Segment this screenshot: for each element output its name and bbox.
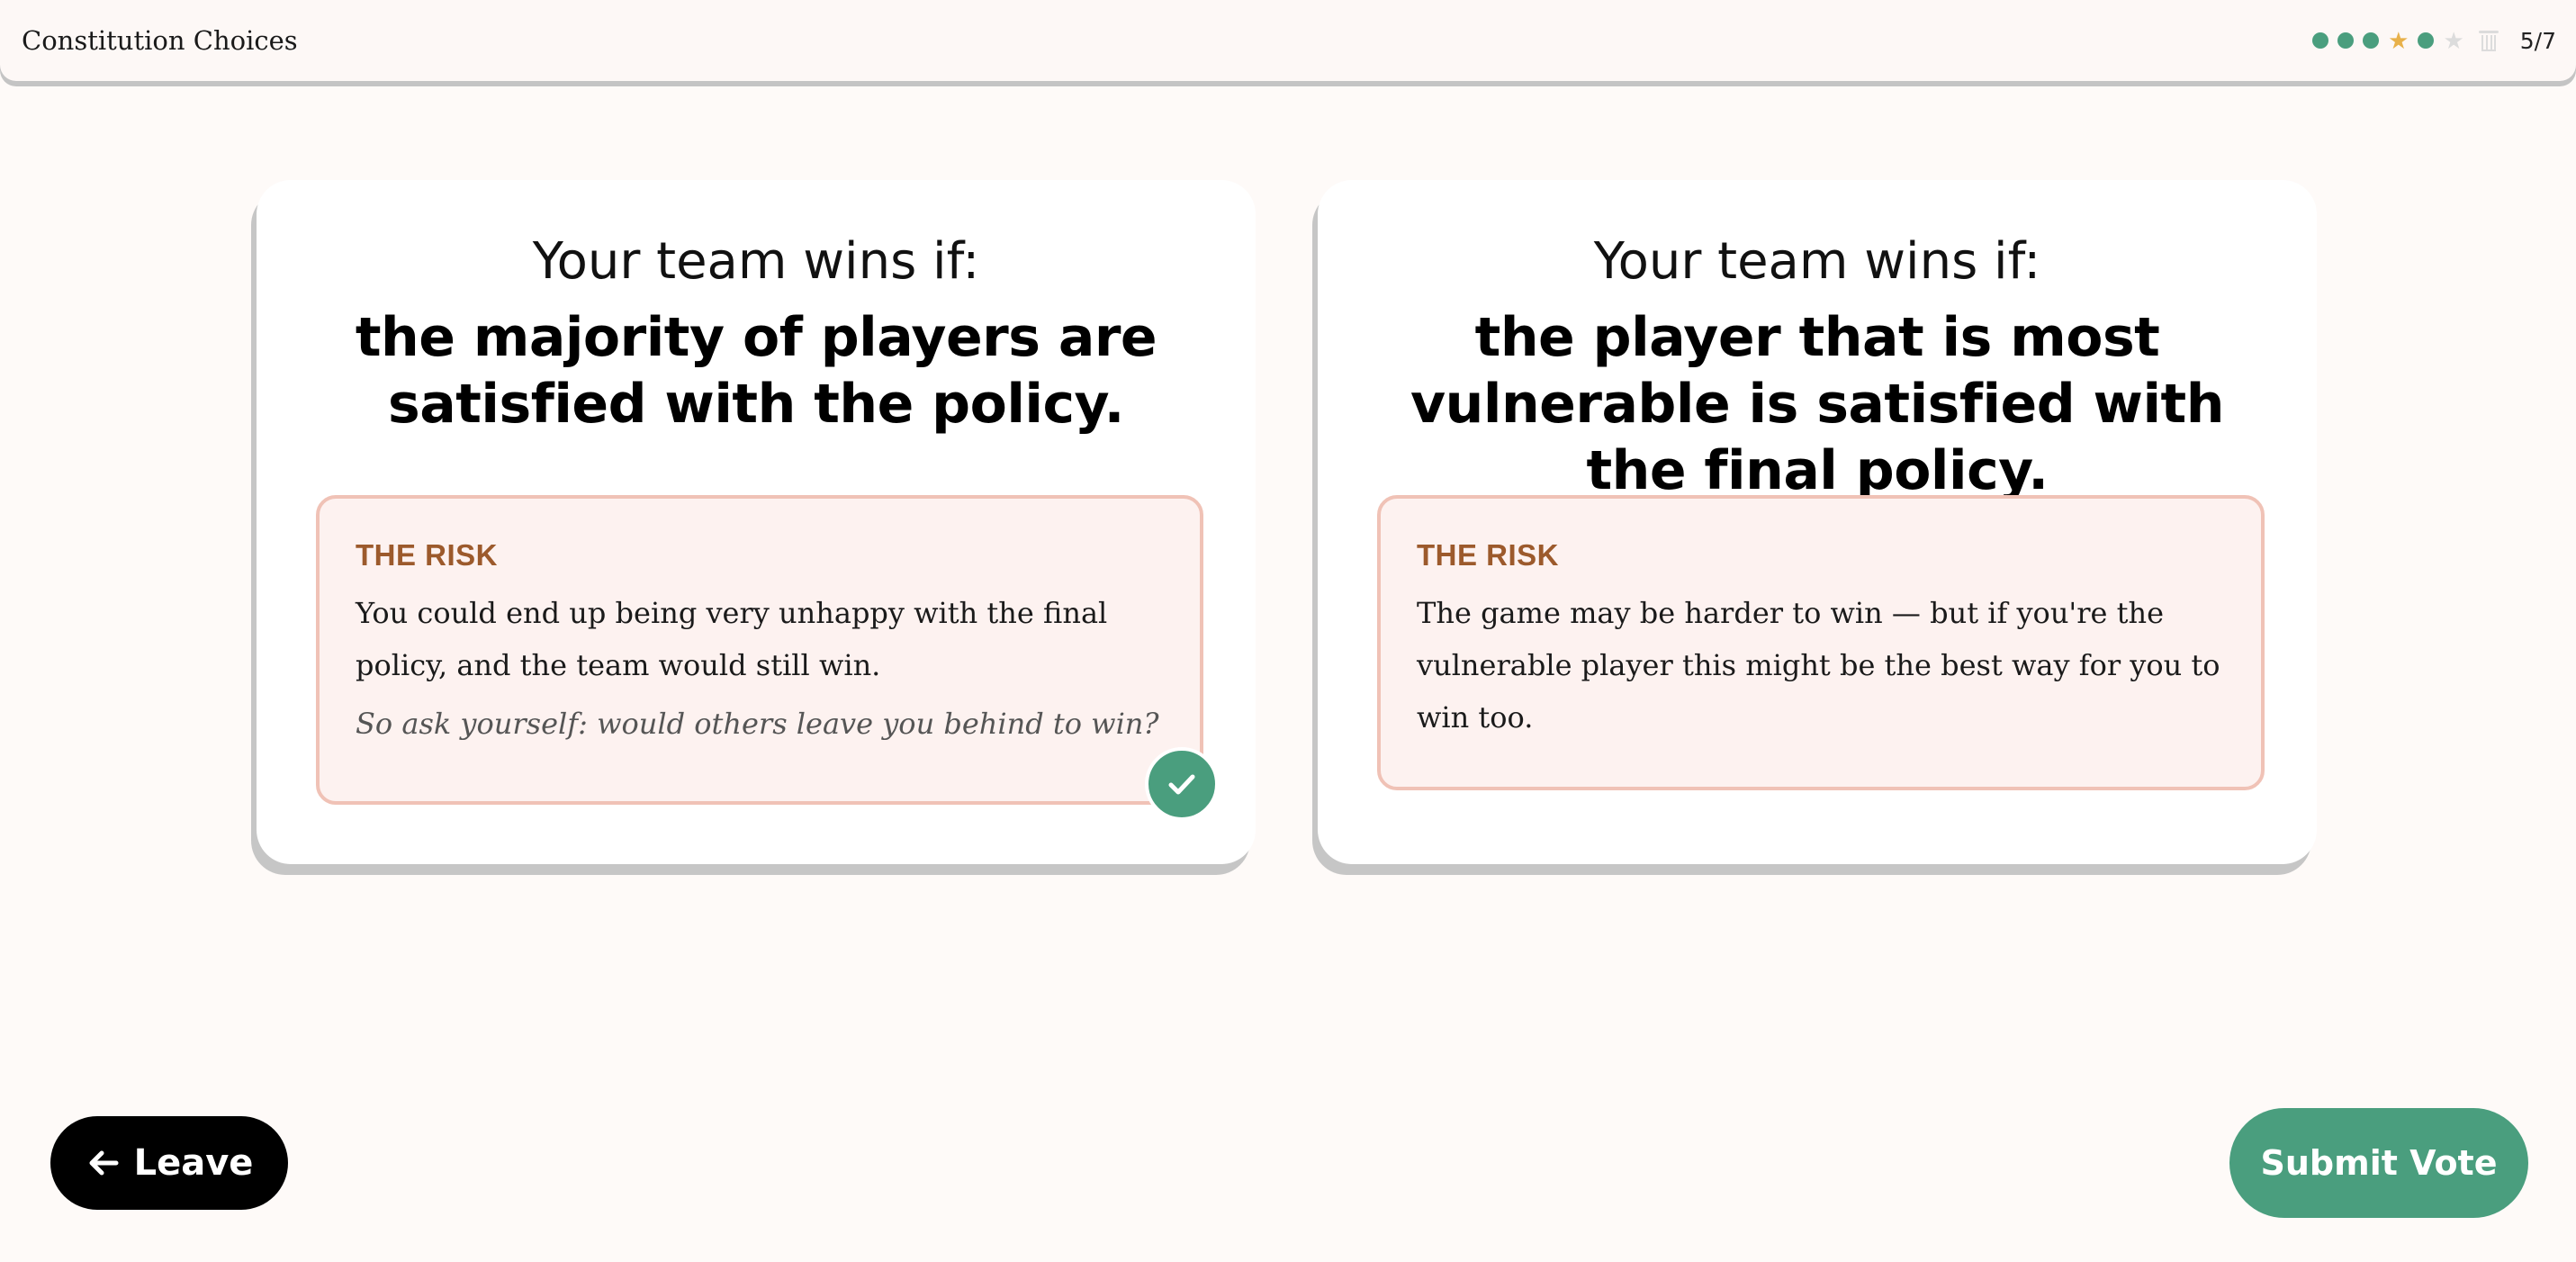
progress-dot-2: [2337, 32, 2355, 49]
risk-box: THE RISK You could end up being very unh…: [316, 495, 1203, 805]
progress-indicator: ★ ★ 5/7: [2312, 27, 2556, 54]
top-bar: Constitution Choices ★ ★ 5/7: [0, 0, 2576, 81]
risk-body: You could end up being very unhappy with…: [356, 596, 1108, 682]
trash-icon: [2478, 30, 2499, 51]
selected-check-icon: [1145, 747, 1219, 821]
star-outline-icon: ★: [2443, 27, 2464, 54]
app-title: Constitution Choices: [22, 25, 298, 56]
option-headline: the player that is most vulnerable is sa…: [1410, 306, 2224, 502]
leave-label: Leave: [133, 1142, 254, 1184]
option-card-majority[interactable]: Your team wins if: the majority of playe…: [257, 180, 1256, 864]
risk-label: THE RISK: [1417, 538, 1560, 572]
option-headline: the majority of players are satisfied wi…: [355, 306, 1157, 436]
star-icon: ★: [2388, 27, 2409, 54]
submit-label: Submit Vote: [2260, 1143, 2498, 1183]
progress-count: 5/7: [2519, 27, 2556, 54]
submit-vote-button[interactable]: Submit Vote: [2229, 1108, 2528, 1218]
option-lead: Your team wins if:: [532, 232, 980, 291]
risk-body: The game may be harder to win — but if y…: [1417, 596, 2220, 735]
risk-question: So ask yourself: would others leave you …: [356, 707, 1159, 741]
progress-dot-3: [2363, 32, 2380, 49]
progress-dot-1: [2312, 32, 2329, 49]
progress-dot-5: [2418, 32, 2435, 49]
risk-box: THE RISK The game may be harder to win —…: [1377, 495, 2265, 790]
leave-button[interactable]: Leave: [50, 1116, 288, 1210]
option-lead: Your team wins if:: [1593, 232, 2041, 291]
arrow-left-icon: [89, 1150, 119, 1176]
option-card-vulnerable[interactable]: Your team wins if: the player that is mo…: [1318, 180, 2317, 864]
risk-label: THE RISK: [356, 538, 499, 572]
